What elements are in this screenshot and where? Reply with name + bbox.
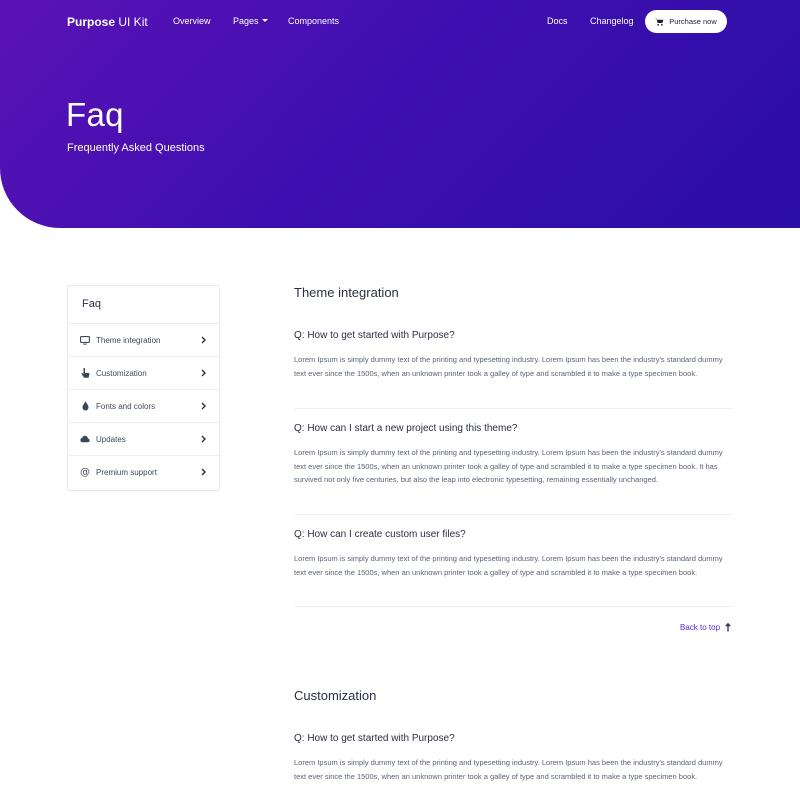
sidebar-item-updates[interactable]: Updates bbox=[68, 423, 219, 456]
faq-divider bbox=[294, 606, 733, 607]
chevron-right-icon bbox=[201, 402, 206, 410]
faq-divider bbox=[294, 514, 733, 515]
sidebar-item-fonts-and-colors[interactable]: Fonts and colors bbox=[68, 390, 219, 423]
cloud-icon bbox=[80, 434, 90, 444]
sidebar-item-label: Customization bbox=[96, 368, 147, 378]
brand-logo[interactable]: Purpose UI Kit bbox=[67, 15, 148, 29]
faq-question: Q: How to get started with Purpose? bbox=[294, 330, 455, 341]
nav-components[interactable]: Components bbox=[288, 16, 339, 26]
nav-changelog[interactable]: Changelog bbox=[590, 16, 634, 26]
caret-down-icon bbox=[261, 19, 268, 22]
faq-divider bbox=[294, 408, 733, 409]
nav-overview[interactable]: Overview bbox=[173, 16, 211, 26]
faq-answer: Lorem Ipsum is simply dummy text of the … bbox=[294, 758, 723, 781]
chevron-right-icon bbox=[201, 369, 206, 377]
sidebar-item-theme-integration[interactable]: Theme integration bbox=[68, 324, 219, 357]
page-title: Faq bbox=[66, 96, 124, 133]
navbar: Purpose UI Kit Overview Pages Components… bbox=[0, 0, 800, 42]
sidebar-item-label: Fonts and colors bbox=[96, 401, 156, 411]
pointer-icon bbox=[80, 367, 90, 378]
at-icon: @ bbox=[80, 467, 90, 478]
droplet-icon bbox=[80, 401, 90, 411]
sidebar-item-label: Premium support bbox=[96, 468, 157, 477]
monitor-icon bbox=[80, 335, 90, 345]
brand-name-rest: UI Kit bbox=[115, 15, 148, 29]
arrow-up-icon bbox=[725, 623, 731, 632]
sidebar-heading: Faq bbox=[68, 286, 219, 324]
cart-icon bbox=[655, 18, 664, 26]
sidebar-item-premium-support[interactable]: @ Premium support bbox=[68, 456, 219, 489]
faq-answer: Lorem Ipsum is simply dummy text of the … bbox=[294, 448, 723, 484]
page-subtitle: Frequently Asked Questions bbox=[67, 142, 205, 154]
faq-question: Q: How can I start a new project using t… bbox=[294, 423, 518, 434]
faq-answer: Lorem Ipsum is simply dummy text of the … bbox=[294, 554, 723, 577]
faq-question: Q: How can I create custom user files? bbox=[294, 529, 466, 540]
chevron-right-icon bbox=[201, 435, 206, 443]
sidebar-item-label: Theme integration bbox=[96, 335, 161, 345]
sidebar-item-customization[interactable]: Customization bbox=[68, 357, 219, 390]
purchase-label: Purchase now bbox=[669, 17, 717, 26]
back-to-top-link[interactable]: Back to top bbox=[680, 623, 731, 632]
section-title-customization: Customization bbox=[294, 688, 377, 703]
nav-pages-dropdown[interactable]: Pages bbox=[233, 16, 268, 26]
faq-question: Q: How to get started with Purpose? bbox=[294, 733, 455, 744]
nav-pages-label: Pages bbox=[233, 16, 259, 26]
hero-banner: Purpose UI Kit Overview Pages Components… bbox=[0, 0, 800, 228]
faq-sidebar: Faq Theme integration Customization Font… bbox=[67, 285, 220, 491]
chevron-right-icon bbox=[201, 336, 206, 344]
back-to-top-label: Back to top bbox=[680, 623, 721, 632]
nav-docs[interactable]: Docs bbox=[547, 16, 568, 26]
purchase-button[interactable]: Purchase now bbox=[645, 10, 727, 33]
sidebar-item-label: Updates bbox=[96, 434, 126, 444]
section-title-theme-integration: Theme integration bbox=[294, 285, 399, 300]
faq-answer: Lorem Ipsum is simply dummy text of the … bbox=[294, 355, 723, 378]
chevron-right-icon bbox=[201, 468, 206, 476]
brand-name-bold: Purpose bbox=[67, 15, 116, 29]
